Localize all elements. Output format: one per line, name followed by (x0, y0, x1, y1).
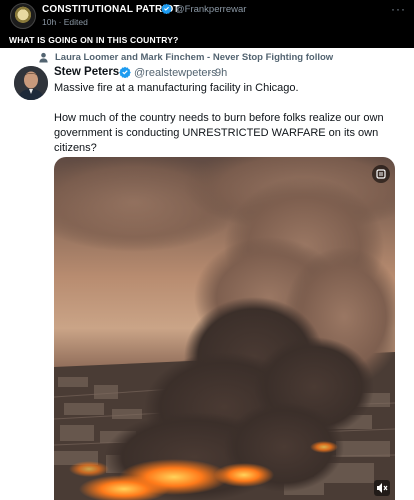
outer-author-handle[interactable]: @Frankperrewar (175, 4, 246, 15)
verified-badge-icon (119, 66, 131, 78)
person-follow-icon (39, 52, 48, 63)
outer-post-caption: WHAT IS GOING ON IN THIS COUNTRY? (9, 35, 179, 45)
outer-author-name[interactable]: CONSTITUTIONAL PATRIOT (42, 4, 180, 15)
more-horizontal-icon[interactable]: ··· (391, 2, 406, 16)
outer-author-avatar[interactable] (10, 3, 36, 29)
outer-edited-label[interactable]: · Edited (59, 17, 88, 27)
inner-author-handle[interactable]: @realstewpeters (134, 67, 217, 79)
gif-badge-icon[interactable] (372, 165, 390, 183)
inner-author-name[interactable]: Stew Peters (54, 66, 119, 78)
outer-post-meta: 10h · Edited (42, 17, 88, 27)
fire-scene-illustration (54, 157, 395, 500)
meta-separator: · (208, 67, 212, 79)
outer-post-time[interactable]: 10h (42, 17, 56, 27)
inner-tweet-time[interactable]: 9h (215, 67, 227, 79)
social-context-label[interactable]: Laura Loomer and Mark Finchem - Never St… (55, 52, 333, 63)
tweet-text-line-2: How much of the country needs to burn be… (54, 112, 384, 154)
fire-video-media[interactable] (54, 157, 395, 500)
tweet-text-line-1: Massive fire at a manufacturing facility… (54, 82, 299, 94)
verified-badge-icon (161, 3, 172, 14)
volume-muted-icon[interactable] (374, 480, 390, 496)
inner-author-avatar[interactable] (14, 66, 48, 100)
